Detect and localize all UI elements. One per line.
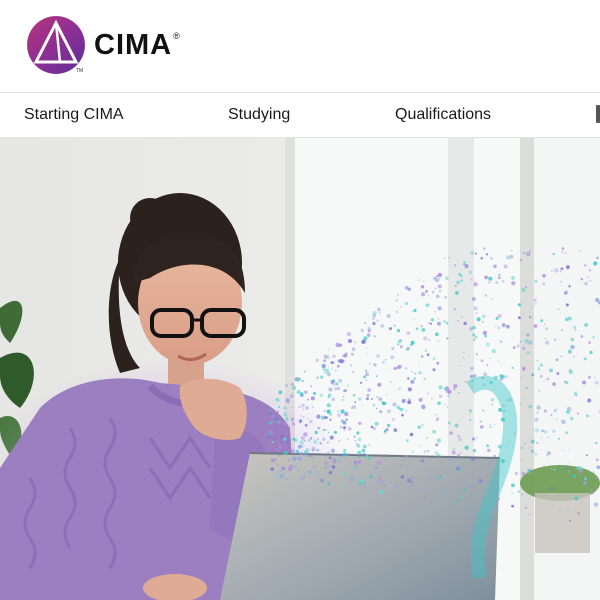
logo-link[interactable]: CIMA ® (26, 14, 181, 76)
site-header: CIMA ® TM (0, 0, 600, 92)
registered-mark: ® (173, 30, 181, 41)
nav-item-starting-cima[interactable]: Starting CIMA (24, 106, 124, 124)
main-navigation: Starting CIMA Studying Qualifications (0, 92, 600, 138)
hero-photo-icon (0, 138, 600, 600)
logo-wordmark: CIMA ® (94, 29, 181, 62)
nav-item-studying[interactable]: Studying (228, 106, 290, 124)
nav-item-qualifications[interactable]: Qualifications (395, 106, 491, 124)
hero-banner (0, 138, 600, 600)
cima-logo-mark-icon (26, 15, 86, 75)
brand-name: CIMA (94, 28, 173, 61)
trademark-mark: TM (76, 68, 84, 74)
nav-item-overflow[interactable] (596, 105, 600, 123)
